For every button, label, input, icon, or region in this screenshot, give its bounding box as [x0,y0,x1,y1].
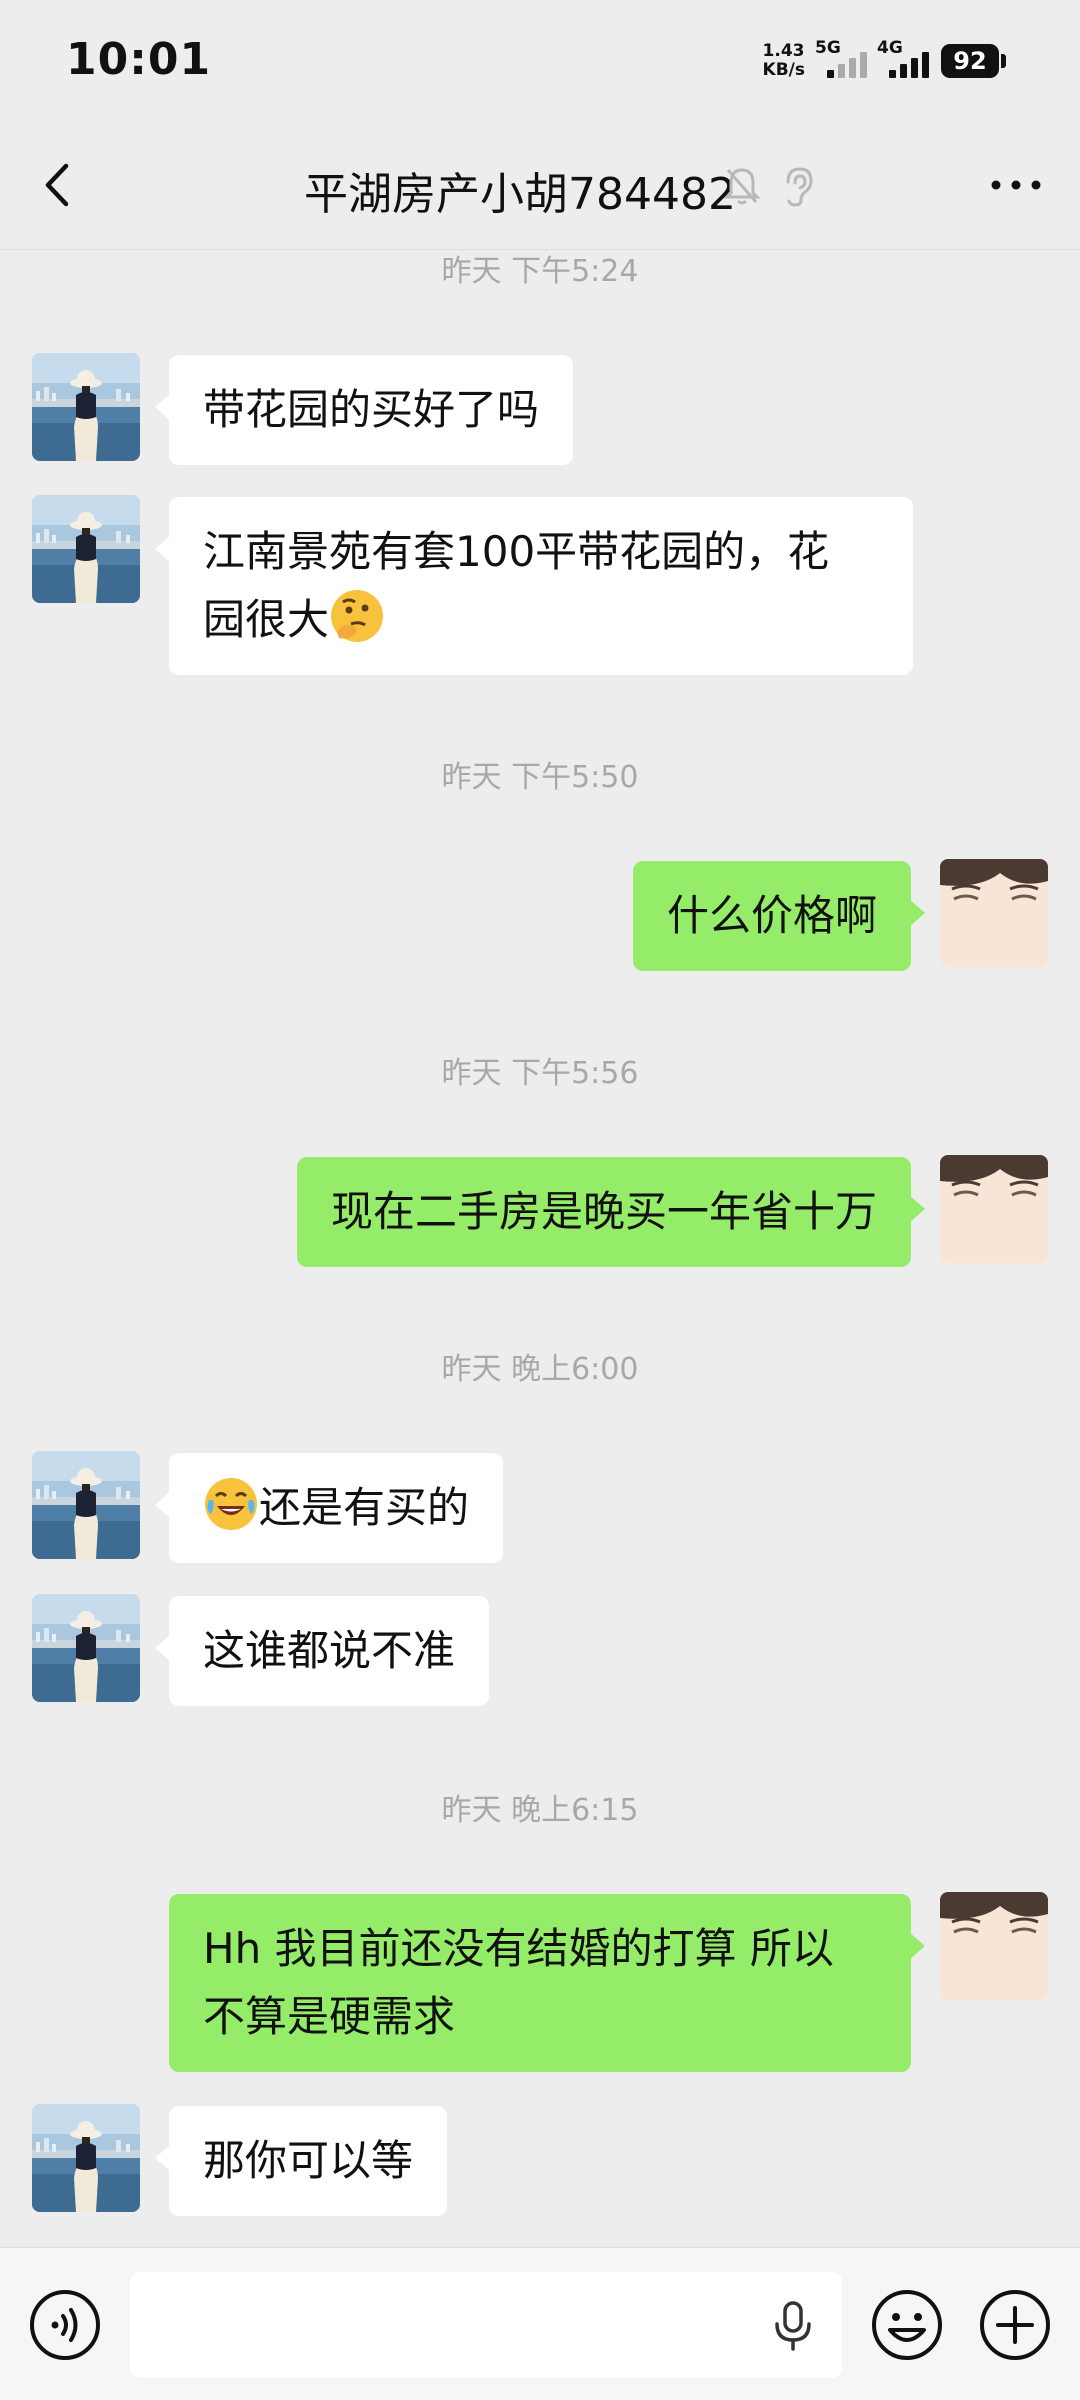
status-indicators: 1.43 KB/s 5G 4G 92 [763,38,1006,84]
message-input[interactable] [130,2272,842,2378]
message-bubble[interactable]: 现在二手房是晚买一年省十万 [296,1157,926,1267]
message-text-line: 不算是硬需求 [203,1992,456,2041]
message-bubble[interactable]: 什么价格啊 [632,861,926,971]
timestamp: 昨天 下午5:50 [441,760,639,795]
timestamp: 昨天 晚上6:15 [441,1793,639,1828]
message-text-line: 园很大 [203,595,330,644]
avatar[interactable] [32,1451,140,1559]
timestamp: 昨天 下午5:56 [441,1056,639,1091]
avatar[interactable] [32,2104,140,2212]
emoji-face-icon[interactable] [870,2288,944,2362]
avatar[interactable] [940,859,1048,967]
message-bubble[interactable]: Hh 我目前还没有结婚的打算 所以 不算是硬需求 [169,1894,925,2072]
more-dots-icon[interactable] [988,170,1044,200]
message-bubble[interactable]: 还是有买的 [154,1453,504,1563]
battery-icon: 92 [941,44,1006,78]
avatar[interactable] [32,1594,140,1702]
timestamp: 昨天 下午5:24 [441,254,639,289]
ear-icon [786,167,813,207]
message-text-line: 江南景苑有套100平带花园的，花 [203,527,830,576]
signal-4g-label: 4G [877,38,903,58]
chat-screen: 10:01 1.43 KB/s 5G 4G 92 平湖房产小胡784482 昨天… [0,0,1080,2400]
network-speed-value: 1.43 [762,41,805,61]
message-text-line: Hh 我目前还没有结婚的打算 所以 [203,1924,834,1973]
signal-4g: 4G [877,38,929,78]
message-bubble[interactable]: 这谁都说不准 [154,1596,490,1706]
thinking-face-emoji-icon [331,590,384,642]
status-time: 10:01 [66,34,212,85]
battery-level: 92 [941,44,999,78]
message-bubble[interactable]: 江南景苑有套100平带花园的，花 园很大 [155,497,913,675]
message-text: 还是有买的 [259,1483,470,1532]
status-bar: 10:01 1.43 KB/s 5G 4G 92 [0,0,1080,120]
timestamp: 昨天 晚上6:00 [441,1352,639,1387]
message-list[interactable]: 昨天 下午5:24 带花园的买好了吗 江南景苑有套100平带花园的，花 园很大 … [0,251,1080,2247]
laughing-crying-emoji-icon [205,1478,257,1530]
message-bubble[interactable]: 那你可以等 [154,2106,448,2216]
avatar[interactable] [940,1892,1048,2000]
network-speed-unit: KB/s [762,60,805,80]
chat-title: 平湖房产小胡784482 [304,169,736,220]
signal-5g: 5G [815,38,867,78]
title-status-icons [722,164,818,208]
chat-header: 平湖房产小胡784482 [0,120,1080,250]
network-speed: 1.43 KB/s [763,42,805,80]
microphone-icon[interactable] [768,2300,818,2352]
signal-5g-label: 5G [815,38,841,58]
avatar[interactable] [32,495,140,603]
plus-icon[interactable] [978,2288,1052,2362]
avatar[interactable] [32,353,140,461]
message-bubble[interactable]: 带花园的买好了吗 [154,355,574,465]
input-bar [0,2247,1080,2400]
avatar[interactable] [940,1155,1048,1263]
bell-muted-icon [723,168,761,205]
voice-icon[interactable] [28,2288,102,2362]
